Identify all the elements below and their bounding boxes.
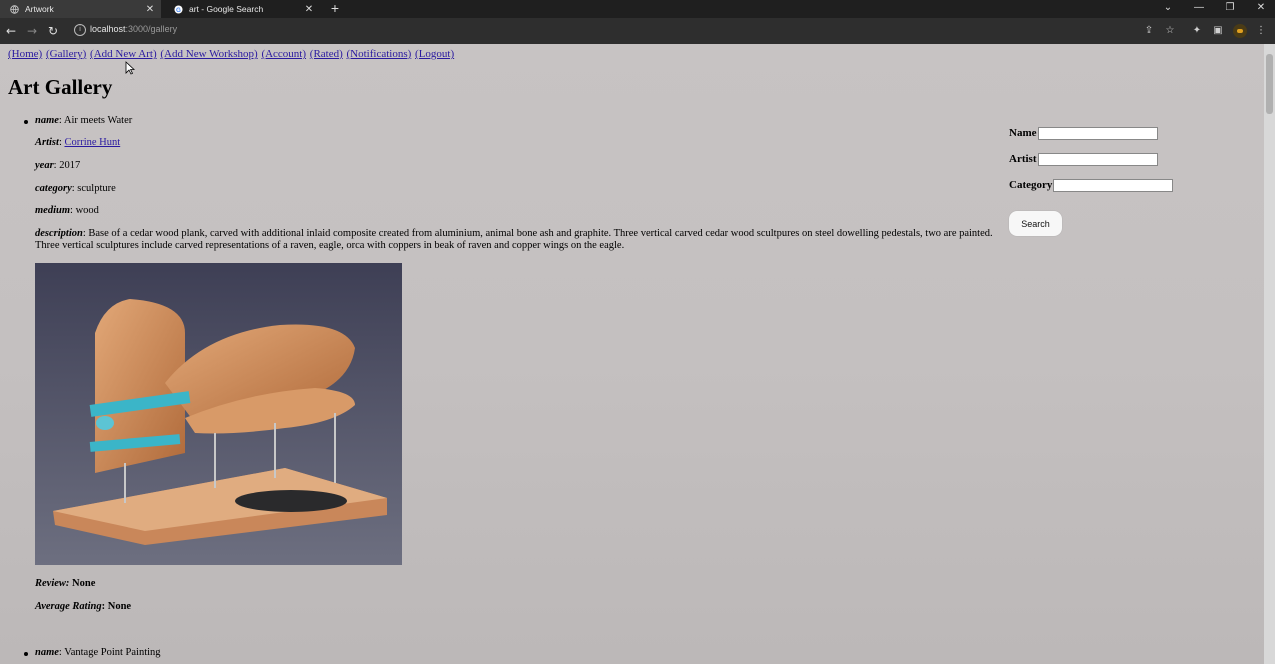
url-text: localhost:3000/gallery: [90, 24, 178, 34]
page-title: Art Gallery: [8, 75, 113, 99]
nav-add-new-workshop-link[interactable]: (Add New Workshop): [160, 48, 257, 60]
search-name-input[interactable]: [1038, 127, 1158, 140]
close-window-icon[interactable]: ✕: [1251, 0, 1271, 16]
restore-icon[interactable]: ❐: [1220, 0, 1240, 16]
svg-text:G: G: [176, 6, 181, 13]
forward-icon[interactable]: →: [23, 22, 41, 40]
bookmark-star-icon[interactable]: ☆: [1164, 25, 1176, 37]
next-artwork-name: name: Vantage Point Painting: [35, 647, 161, 658]
nav-add-new-art-link[interactable]: (Add New Art): [90, 48, 157, 60]
artwork-medium: medium: wood: [35, 205, 99, 216]
extensions-icon[interactable]: ✦: [1191, 25, 1203, 37]
close-tab-icon[interactable]: ✕: [145, 4, 155, 15]
share-icon[interactable]: ⇪: [1143, 25, 1155, 37]
artist-link[interactable]: Corrine Hunt: [64, 137, 120, 148]
site-info-icon[interactable]: i: [74, 24, 86, 36]
scrollbar-thumb[interactable]: [1266, 54, 1273, 114]
browser-toolbar: ← → ↻ i localhost:3000/gallery ⇪ ☆ ✦ ▣ ⋮: [0, 18, 1275, 44]
menu-icon[interactable]: ⋮: [1255, 25, 1267, 37]
search-name-label: Name: [1009, 127, 1037, 140]
tab-search-icon[interactable]: ⌄: [1158, 0, 1178, 16]
page-scrollbar[interactable]: [1264, 44, 1275, 664]
tab-google-search[interactable]: G art - Google Search ✕: [164, 0, 320, 18]
nav-gallery-link[interactable]: (Gallery): [46, 48, 86, 60]
minimize-icon[interactable]: —: [1189, 0, 1209, 16]
tab-artwork[interactable]: Artwork ✕: [0, 0, 161, 18]
artwork-year: year: 2017: [35, 160, 81, 171]
search-artist-row: Artist: [1009, 153, 1158, 166]
globe-icon: [10, 4, 19, 14]
search-category-input[interactable]: [1053, 179, 1173, 192]
nav-logout-link[interactable]: (Logout): [415, 48, 454, 60]
search-name-row: Name: [1009, 127, 1158, 140]
page-content: (Home) (Gallery) (Add New Art) (Add New …: [0, 44, 1264, 664]
new-tab-button[interactable]: +: [327, 0, 343, 18]
nav-account-link[interactable]: (Account): [261, 48, 306, 60]
tab-title: Artwork: [25, 4, 54, 14]
list-bullet: [24, 652, 28, 656]
mouse-cursor-icon: [125, 61, 135, 75]
nav-rated-link[interactable]: (Rated): [310, 48, 343, 60]
artwork-review: Review: None: [35, 578, 96, 589]
artwork-rating: Average Rating: None: [35, 601, 132, 612]
search-category-row: Category: [1009, 179, 1173, 192]
tab-strip: Artwork ✕ G art - Google Search ✕ + ⌄ — …: [0, 0, 1275, 18]
address-bar[interactable]: i localhost:3000/gallery: [68, 21, 1188, 41]
reload-icon[interactable]: ↻: [44, 22, 62, 40]
artwork-category: category: sculpture: [35, 183, 116, 194]
google-icon: G: [174, 4, 183, 14]
artwork-description: description: Base of a cedar wood plank,…: [35, 228, 993, 251]
list-bullet: [24, 120, 28, 124]
nav-home-link[interactable]: (Home): [8, 48, 42, 60]
artwork-artist: Artist: Corrine Hunt: [35, 137, 121, 148]
search-artist-label: Artist: [1009, 153, 1037, 166]
side-panel-icon[interactable]: ▣: [1212, 25, 1224, 37]
close-tab-icon[interactable]: ✕: [304, 4, 314, 15]
artwork-name: name: Air meets Water: [35, 115, 133, 126]
search-category-label: Category: [1009, 179, 1053, 192]
tab-title: art - Google Search: [189, 4, 264, 14]
nav-bar: (Home) (Gallery) (Add New Art) (Add New …: [8, 48, 455, 60]
nav-notifications-link[interactable]: (Notifications): [347, 48, 412, 60]
artwork-image: [35, 263, 402, 565]
back-icon[interactable]: ←: [2, 22, 20, 40]
search-artist-input[interactable]: [1038, 153, 1158, 166]
search-button[interactable]: Search: [1009, 211, 1062, 236]
profile-avatar[interactable]: [1233, 24, 1247, 38]
